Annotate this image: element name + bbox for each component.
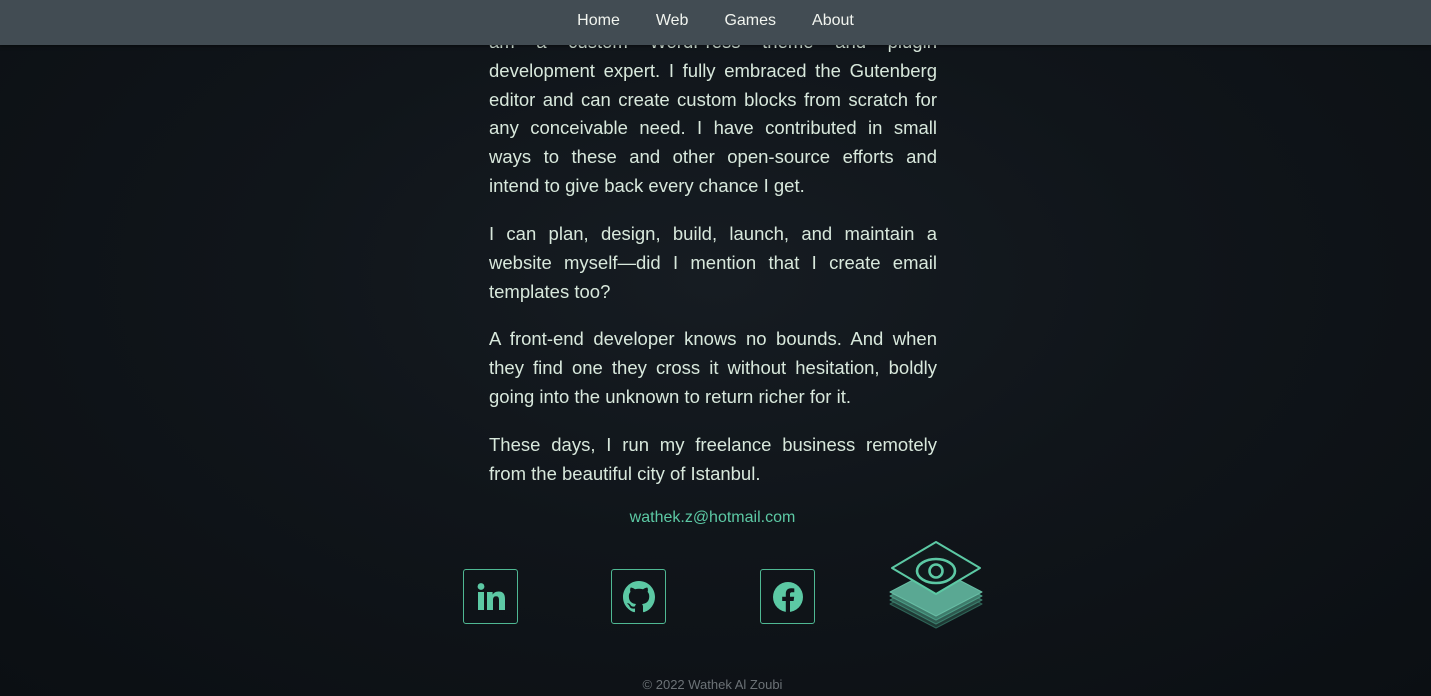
- about-paragraph-1-text: development expert. I fully embraced the…: [489, 59, 937, 196]
- github-icon: [622, 580, 655, 612]
- about-paragraph-3: A front-end developer knows no bounds. A…: [489, 328, 937, 407]
- facebook-icon: [772, 581, 803, 612]
- facebook-button[interactable]: [760, 569, 815, 624]
- linkedin-icon: [477, 582, 505, 610]
- nav-about-link[interactable]: About: [794, 0, 872, 43]
- about-paragraph-1: am a custom WordPress theme and pluginde…: [489, 28, 937, 201]
- top-navigation: Home Web Games About: [0, 0, 1431, 45]
- nav-web-link[interactable]: Web: [638, 0, 707, 43]
- nav-home-link[interactable]: Home: [559, 0, 638, 43]
- github-button[interactable]: [611, 569, 666, 624]
- about-paragraph-4: These days, I run my freelance business …: [489, 433, 937, 484]
- about-paragraph-2: I can plan, design, build, launch, and m…: [489, 223, 937, 302]
- email-link[interactable]: wathek.z@hotmail.com: [0, 509, 1425, 527]
- nav-games-link[interactable]: Games: [706, 0, 794, 43]
- footer-copyright: © 2022 Wathek Al Zoubi: [642, 677, 783, 692]
- layers-logo-button[interactable]: [888, 538, 984, 634]
- linkedin-button[interactable]: [463, 569, 518, 624]
- layers-eye-logo-icon: [889, 541, 983, 629]
